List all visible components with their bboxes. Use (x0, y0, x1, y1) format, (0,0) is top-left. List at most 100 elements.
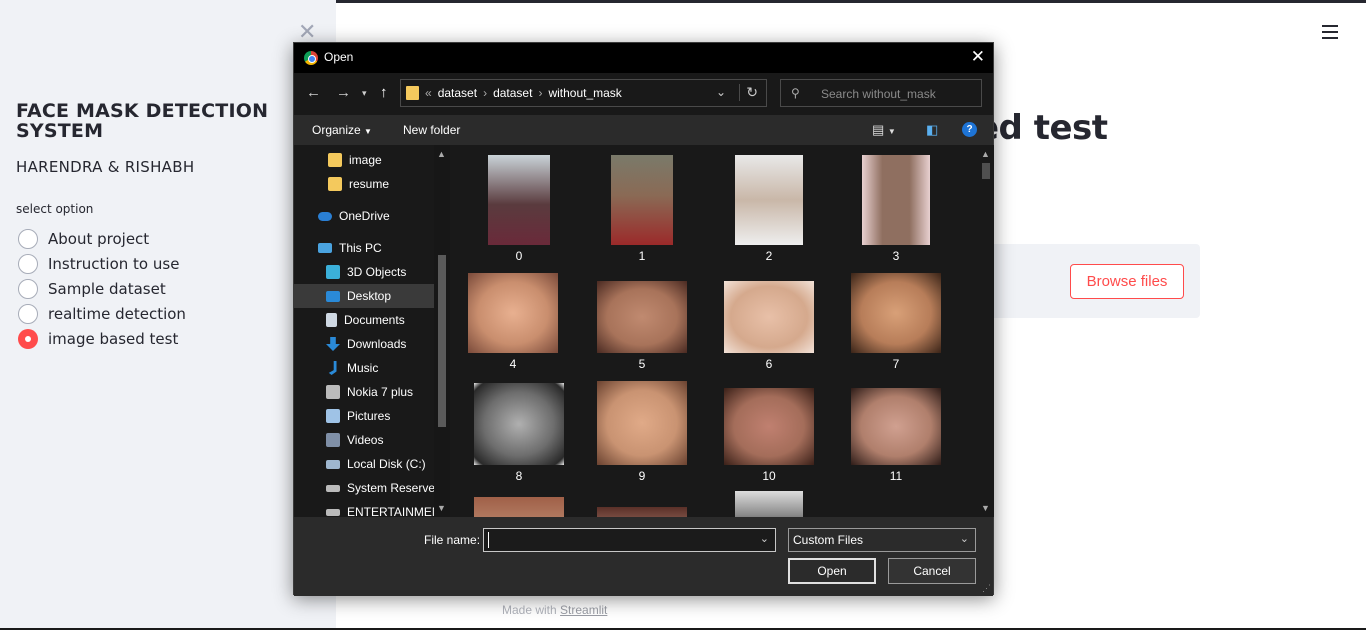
radio-selected-icon[interactable] (18, 329, 38, 349)
preview-pane-icon[interactable]: ◧ (926, 122, 938, 138)
nav-item-downloads[interactable]: Downloads (294, 332, 434, 356)
image-thumbnail (611, 155, 673, 245)
refresh-icon[interactable]: ↻ (739, 84, 758, 101)
navigation-bar: ← → ▾ ↑ « dataset › dataset › without_ma… (294, 73, 993, 115)
help-icon[interactable]: ? (962, 122, 977, 137)
chevron-down-icon[interactable]: ⌄ (716, 85, 726, 99)
resize-grip-icon[interactable]: ⋰ (982, 583, 991, 594)
file-type-select[interactable]: Custom Files ⌄ (788, 528, 976, 552)
cancel-button[interactable]: Cancel (888, 558, 976, 584)
file-item[interactable] (714, 491, 824, 517)
file-item[interactable] (587, 507, 697, 517)
image-thumbnail (474, 383, 564, 465)
navigation-pane: image resume OneDrive This PC 3D Objects… (294, 145, 452, 517)
image-thumbnail (851, 388, 941, 465)
nav-item-entertainment[interactable]: ENTERTAINMENT (294, 500, 434, 517)
search-box[interactable]: ⚲ Search without_mask (780, 79, 982, 107)
file-item[interactable]: 11 (841, 388, 951, 483)
up-arrow-icon[interactable]: ↑ (380, 84, 388, 101)
close-icon[interactable]: ✕ (971, 47, 985, 67)
nav-item-this-pc[interactable]: This PC (294, 236, 434, 260)
file-item[interactable]: 0 (464, 155, 574, 263)
file-item[interactable] (464, 497, 574, 517)
nav-item-image[interactable]: image (294, 148, 434, 172)
nav-item-pictures[interactable]: Pictures (294, 404, 434, 428)
file-item[interactable]: 4 (458, 273, 568, 371)
nav-item-3d-objects[interactable]: 3D Objects (294, 260, 434, 284)
file-list-scrollbar[interactable]: ▲ ▼ (978, 145, 994, 517)
search-input[interactable]: Search without_mask (821, 87, 936, 101)
file-name-input[interactable]: ⌄ (483, 528, 776, 552)
nav-item-system-reserved[interactable]: System Reservec (294, 476, 434, 500)
file-item[interactable]: 2 (714, 155, 824, 263)
footer-text: Made with (502, 603, 557, 617)
radio-instruction-to-use[interactable]: Instruction to use (18, 253, 179, 275)
radio-circle-icon[interactable] (18, 304, 38, 324)
nav-item-nokia-7-plus[interactable]: Nokia 7 plus (294, 380, 434, 404)
forward-arrow-icon[interactable]: → (336, 84, 351, 101)
streamlit-link[interactable]: Streamlit (560, 603, 607, 617)
radio-circle-icon[interactable] (18, 254, 38, 274)
view-options-icon[interactable]: ▤ ▼ (872, 122, 896, 138)
nav-scrollbar[interactable]: ▲ ▼ (434, 145, 450, 517)
new-folder-button[interactable]: New folder (403, 123, 460, 137)
nav-item-resume[interactable]: resume (294, 172, 434, 196)
footer: Made with Streamlit (502, 603, 607, 617)
nav-item-label: Downloads (347, 337, 407, 351)
scroll-down-icon[interactable]: ▼ (437, 503, 446, 513)
recent-locations-chevron-icon[interactable]: ▾ (362, 88, 367, 99)
nav-item-documents[interactable]: Documents (294, 308, 434, 332)
image-thumbnail (488, 155, 550, 245)
nav-item-desktop[interactable]: Desktop (294, 284, 434, 308)
scroll-up-icon[interactable]: ▲ (437, 149, 446, 159)
file-item[interactable]: 3 (841, 155, 951, 263)
sidebar: ✕ FACE MASK DETECTION SYSTEM HARENDRA & … (0, 0, 336, 630)
file-list-scrollbar-thumb[interactable] (982, 163, 990, 179)
file-item[interactable]: 6 (714, 281, 824, 371)
radio-circle-icon[interactable] (18, 279, 38, 299)
authors-text: HARENDRA & RISHABH (16, 158, 195, 176)
chevron-down-icon: ▼ (364, 127, 372, 136)
chevron-down-icon[interactable]: ⌄ (760, 532, 769, 545)
file-item[interactable]: 10 (714, 388, 824, 483)
browse-files-button[interactable]: Browse files (1070, 264, 1184, 299)
hamburger-menu-icon[interactable] (1322, 25, 1338, 39)
breadcrumb-item[interactable]: dataset (493, 86, 532, 100)
file-item[interactable]: 8 (464, 383, 574, 483)
breadcrumb-overflow-icon[interactable]: « (425, 86, 432, 100)
nav-item-label: Pictures (347, 409, 391, 423)
text-caret (488, 532, 489, 548)
folder-icon (328, 177, 342, 191)
breadcrumb-item[interactable]: without_mask (548, 86, 621, 100)
image-thumbnail (851, 273, 941, 353)
chevron-right-icon: › (483, 86, 488, 100)
radio-image-based-test[interactable]: image based test (18, 328, 178, 350)
file-name-label: File name: (424, 533, 481, 547)
organize-menu[interactable]: Organize ▼ (312, 123, 372, 137)
file-item[interactable]: 7 (841, 273, 951, 371)
nav-scrollbar-thumb[interactable] (438, 255, 446, 427)
address-bar[interactable]: « dataset › dataset › without_mask ⌄ ↻ (400, 79, 767, 107)
nav-item-onedrive[interactable]: OneDrive (294, 204, 434, 228)
back-arrow-icon[interactable]: ← (306, 84, 321, 101)
cloud-icon (318, 211, 332, 221)
breadcrumb-item[interactable]: dataset (438, 86, 477, 100)
drive-icon (326, 459, 340, 469)
open-button[interactable]: Open (788, 558, 876, 584)
file-item[interactable]: 1 (587, 155, 697, 263)
radio-sample-dataset[interactable]: Sample dataset (18, 278, 166, 300)
nav-item-music[interactable]: Music (294, 356, 434, 380)
nav-item-videos[interactable]: Videos (294, 428, 434, 452)
file-item[interactable]: 9 (587, 381, 697, 483)
page-heading: ed test (976, 108, 1108, 148)
nav-item-local-disk-c[interactable]: Local Disk (C:) (294, 452, 434, 476)
scroll-down-icon[interactable]: ▼ (981, 503, 990, 513)
scroll-up-icon[interactable]: ▲ (981, 149, 990, 159)
radio-label: image based test (48, 330, 179, 348)
radio-about-project[interactable]: About project (18, 228, 149, 250)
radio-circle-icon[interactable] (18, 229, 38, 249)
desktop-icon (326, 290, 340, 302)
radio-realtime-detection[interactable]: realtime detection (18, 303, 186, 325)
dialog-toolbar: Organize ▼ New folder ▤ ▼ ◧ ? (294, 115, 993, 145)
file-item[interactable]: 5 (587, 281, 697, 371)
